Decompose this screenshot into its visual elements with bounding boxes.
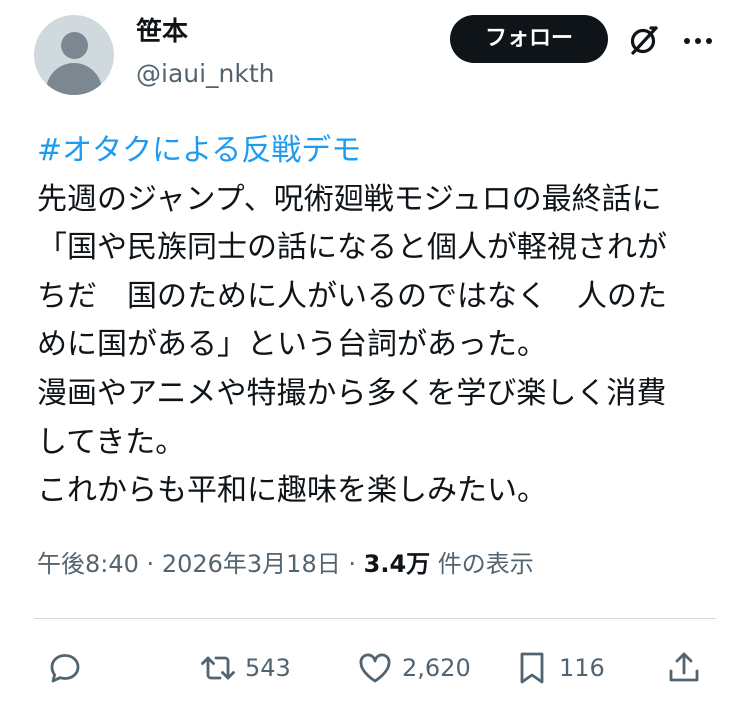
views-label: 件の表示 bbox=[437, 550, 534, 578]
tweet-card: 笹本 @iaui_nkth フォロー #オタクによる反戦デモ 先週のジャンプ、呪… bbox=[0, 0, 750, 715]
retweet-button[interactable]: 543 bbox=[199, 646, 291, 690]
retweet-icon bbox=[199, 649, 237, 687]
reply-icon bbox=[46, 649, 84, 687]
bookmark-icon bbox=[513, 649, 551, 687]
tweet-text-line: 「国や民族同士の話になると個人が軽視されが bbox=[37, 230, 667, 266]
tweet-date[interactable]: 2026年3月18日 bbox=[162, 550, 341, 578]
share-button[interactable] bbox=[665, 646, 703, 690]
bookmark-button[interactable]: 116 bbox=[513, 646, 605, 690]
hashtag-link[interactable]: #オタクによる反戦デモ bbox=[37, 133, 361, 168]
tweet-text-line: 漫画やアニメや特撮から多くを学び楽しく消費 bbox=[37, 375, 667, 411]
reply-button[interactable] bbox=[46, 646, 84, 690]
meta-separator: · bbox=[348, 550, 356, 578]
follow-button[interactable]: フォロー bbox=[450, 15, 608, 63]
like-button[interactable]: 2,620 bbox=[356, 646, 471, 690]
heart-icon bbox=[356, 649, 394, 687]
views-count: 3.4万 bbox=[363, 550, 431, 578]
tweet-time[interactable]: 午後8:40 bbox=[37, 550, 139, 578]
tweet-text: #オタクによる反戦デモ 先週のジャンプ、呪術廻戦モジュロの最終話に 「国や民族同… bbox=[37, 127, 717, 516]
more-horizontal-icon[interactable] bbox=[678, 20, 718, 60]
tweet-text-line: ちだ 国のために人がいるのではなく 人のた bbox=[37, 278, 667, 314]
meta-separator: · bbox=[146, 550, 155, 578]
avatar[interactable] bbox=[34, 15, 114, 95]
like-count: 2,620 bbox=[402, 654, 471, 682]
tweet-meta: 午後8:40 · 2026年3月18日 · 3.4万 件の表示 bbox=[37, 546, 534, 582]
tweet-text-line: 先週のジャンプ、呪術廻戦モジュロの最終話に bbox=[37, 181, 662, 217]
avatar-head-shape bbox=[61, 32, 88, 59]
tweet-text-line: してきた。 bbox=[37, 424, 186, 460]
share-icon bbox=[665, 649, 703, 687]
tweet-text-line: これからも平和に趣味を楽しみたい。 bbox=[37, 473, 547, 509]
bookmark-count: 116 bbox=[559, 654, 605, 682]
avatar-body-shape bbox=[46, 63, 102, 95]
tweet-text-line: めに国がある」という台詞があった。 bbox=[37, 327, 547, 363]
grok-icon[interactable] bbox=[624, 20, 664, 60]
author-display-name[interactable]: 笹本 bbox=[136, 14, 188, 50]
author-handle[interactable]: @iaui_nkth bbox=[136, 56, 275, 92]
divider bbox=[34, 618, 716, 619]
retweet-count: 543 bbox=[245, 654, 291, 682]
